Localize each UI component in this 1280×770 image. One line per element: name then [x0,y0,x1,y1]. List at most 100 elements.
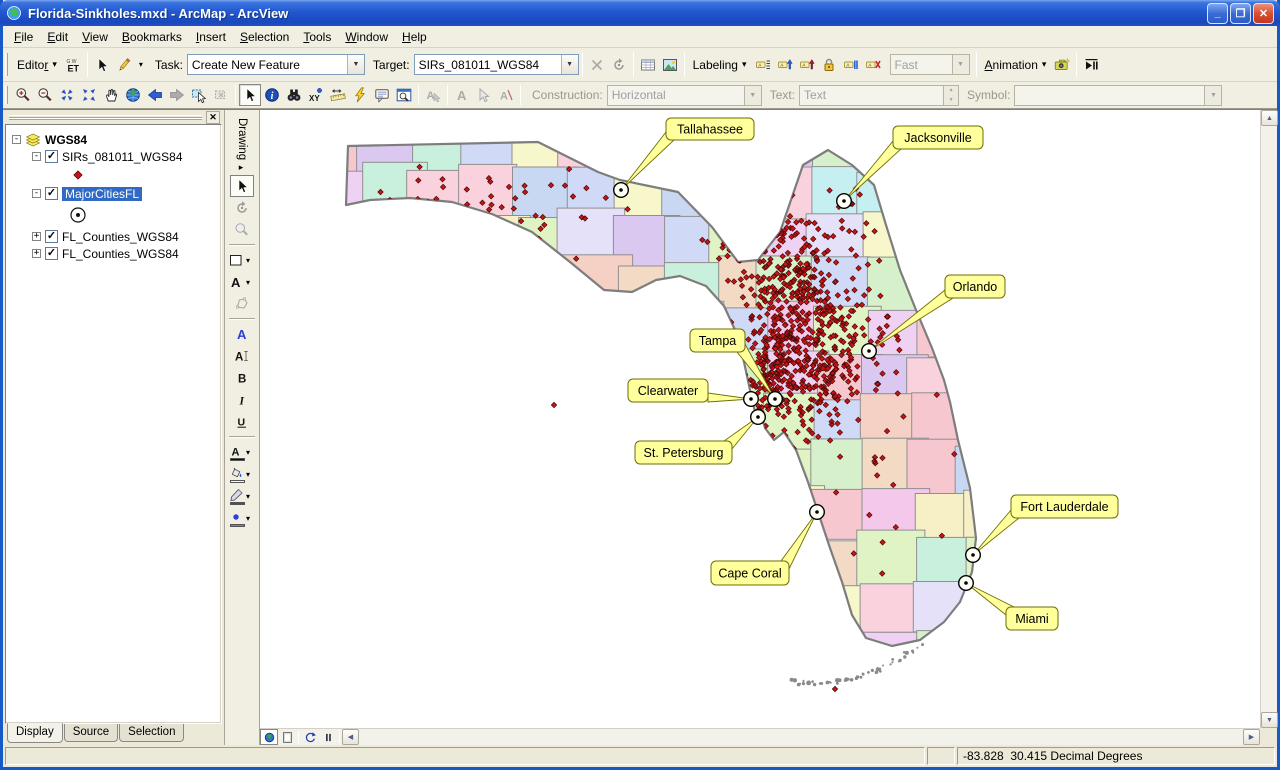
tab-source[interactable]: Source [64,724,118,742]
menu-view[interactable]: View [75,28,115,46]
city-callout-jacksonville[interactable]: Jacksonville [893,126,983,149]
text-size-icon[interactable]: A [230,345,254,367]
layer-checkbox[interactable]: ✓ [45,230,58,243]
menu-window[interactable]: Window [338,28,395,46]
title-bar[interactable]: Florida-Sinkholes.mxd - ArcMap - ArcView… [0,0,1280,26]
city-marker-st-petersburg[interactable] [751,410,766,425]
data-view-icon[interactable] [260,729,278,745]
toc-splitter[interactable]: ✕ [5,112,222,122]
toolbar-grip[interactable] [5,53,8,76]
layout-view-icon[interactable] [278,729,296,745]
menu-file[interactable]: File [7,28,40,46]
layer-checkbox[interactable]: ✓ [45,150,58,163]
label-manager-icon[interactable]: A [752,54,774,76]
magnifier-window-icon[interactable] [393,84,415,106]
city-callout-tampa[interactable]: Tampa [690,329,745,352]
animation-controls-icon[interactable] [1080,54,1102,76]
expand-icon[interactable]: + [32,232,41,241]
layer-row[interactable]: + ✓ FL_Counties_WGS84 [10,245,221,262]
menu-bookmarks[interactable]: Bookmarks [115,28,189,46]
back-extent-icon[interactable] [144,84,166,106]
font-select-icon[interactable]: A [230,323,254,345]
attributes-icon[interactable] [637,54,659,76]
collapse-icon[interactable]: - [12,135,21,144]
layer-checkbox[interactable]: ✓ [45,187,58,200]
pause-drawing-icon[interactable] [319,729,337,745]
menu-help[interactable]: Help [395,28,434,46]
tab-selection[interactable]: Selection [119,724,184,742]
city-marker-fort-lauderdale[interactable] [966,548,981,563]
city-callout-cape-coral[interactable]: Cape Coral [711,561,789,585]
layer-checkbox[interactable]: ✓ [45,247,58,260]
scroll-right-icon[interactable]: ▶ [1243,729,1260,745]
pan-icon[interactable] [100,84,122,106]
fill-color-icon[interactable]: ▾ [226,463,258,485]
refresh-view-icon[interactable] [301,729,319,745]
editor-menu-button[interactable]: Editor▾ [12,56,62,74]
city-marker-jacksonville[interactable] [837,194,852,209]
city-callout-miami[interactable]: Miami [1006,607,1058,630]
select-features-icon[interactable] [188,84,210,106]
minimize-button[interactable]: _ [1207,3,1228,24]
sketch-properties-icon[interactable] [659,54,681,76]
map-canvas[interactable]: Tallahassee Jacksonville Orlando Tampa Clear… [260,110,1260,728]
line-color-icon[interactable]: ▾ [226,485,258,507]
labeling-menu-button[interactable]: Labeling▾ [688,56,752,74]
layer-name[interactable]: FL_Counties_WGS84 [62,247,179,261]
fixed-zoom-in-icon[interactable] [56,84,78,106]
animation-menu-button[interactable]: Animation▾ [980,56,1052,74]
underline-icon[interactable]: U [230,411,254,433]
collapse-icon[interactable]: - [32,152,41,161]
map-horizontal-scrollbar[interactable] [359,729,1243,745]
expand-icon[interactable]: + [32,249,41,258]
menu-insert[interactable]: Insert [189,28,233,46]
city-callout-orlando[interactable]: Orlando [945,275,1005,298]
lock-labels-icon[interactable] [818,54,840,76]
restore-button[interactable]: ❐ [1230,3,1251,24]
menu-tools[interactable]: Tools [296,28,338,46]
city-callout-clearwater[interactable]: Clearwater [628,379,708,402]
edit-tool-icon[interactable] [91,54,113,76]
bold-icon[interactable]: B [230,367,254,389]
sketch-tool-dropdown-icon[interactable]: ▾ [135,54,147,76]
zoom-in-icon[interactable] [12,84,34,106]
city-callout-fort-lauderdale[interactable]: Fort Lauderdale [1011,495,1118,518]
pause-labels-icon[interactable]: A [840,54,862,76]
html-popup-icon[interactable] [371,84,393,106]
city-marker-orlando[interactable] [862,344,877,359]
city-callout-tallahassee[interactable]: Tallahassee [666,118,754,140]
close-button[interactable]: ✕ [1253,3,1274,24]
scroll-up-icon[interactable]: ▲ [1261,110,1278,126]
fixed-zoom-out-icon[interactable] [78,84,100,106]
city-marker-miami[interactable] [959,576,974,591]
menu-edit[interactable]: Edit [40,28,75,46]
layer-name[interactable]: MajorCitiesFL [62,187,142,201]
et-tools-icon[interactable]: G WET [62,54,84,76]
layer-name[interactable]: SIRs_081011_WGS84 [62,150,183,164]
marker-color-icon[interactable]: ▾ [226,507,258,529]
city-callout-st-petersburg[interactable]: St. Petersburg [635,441,732,464]
tab-display[interactable]: Display [7,723,63,743]
label-priority-icon[interactable]: A [774,54,796,76]
city-marker-tampa[interactable] [768,392,783,407]
city-marker-tallahassee[interactable] [614,183,629,198]
menu-selection[interactable]: Selection [233,28,296,46]
italic-icon[interactable]: I [230,389,254,411]
font-color-icon[interactable]: A▾ [226,441,258,463]
select-elements-icon[interactable] [230,175,254,197]
map-vertical-scrollbar[interactable]: ▲ ▼ [1260,110,1277,728]
layer-row[interactable]: - ✓ MajorCitiesFL [10,185,221,202]
scroll-left-icon[interactable]: ◀ [342,729,359,745]
task-combo[interactable]: Create New Feature▼ [187,54,365,75]
target-combo[interactable]: SIRs_081011_WGS84▼ [414,54,579,75]
label-weight-icon[interactable]: A [796,54,818,76]
layer-name[interactable]: FL_Counties_WGS84 [62,230,179,244]
sketch-tool-icon[interactable] [113,54,135,76]
zoom-out-icon[interactable] [34,84,56,106]
shape-tool-icon[interactable]: ▾ [226,249,258,271]
scroll-down-icon[interactable]: ▼ [1261,712,1278,728]
full-extent-icon[interactable] [122,84,144,106]
unplaced-labels-icon[interactable]: A [862,54,884,76]
text-tool-icon[interactable]: A▾ [226,271,258,293]
city-marker-clearwater[interactable] [744,392,759,407]
